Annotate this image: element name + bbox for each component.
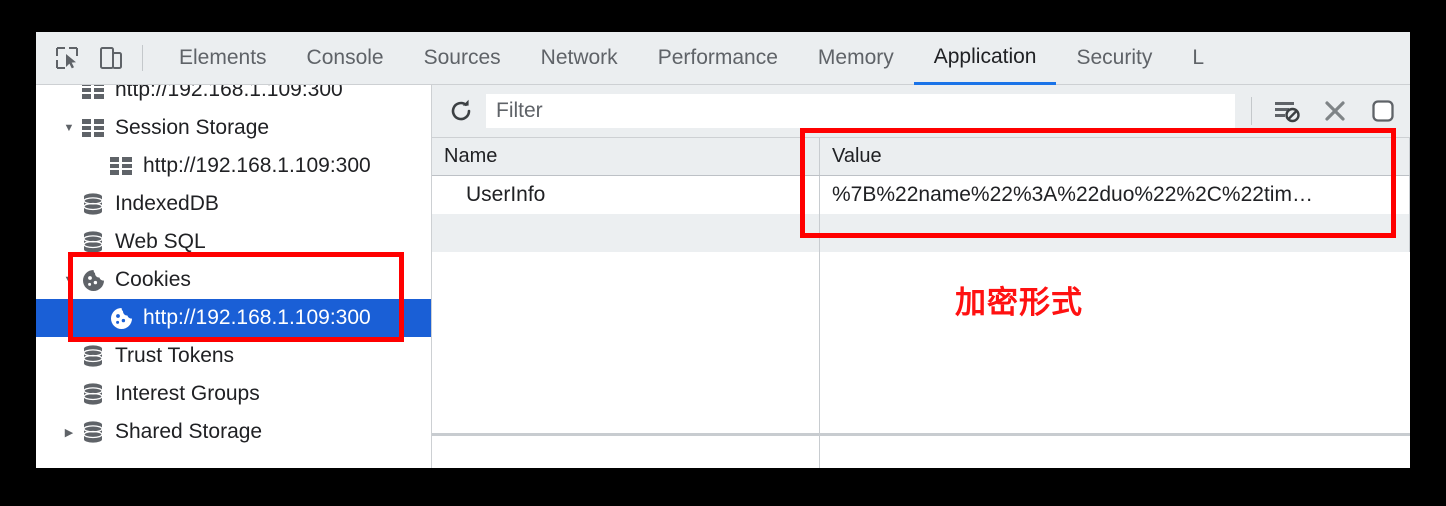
toolbar-divider xyxy=(1251,97,1252,125)
sidebar-item-label: http://192.168.1.109:300 xyxy=(143,306,371,329)
tab-performance[interactable]: Performance xyxy=(638,32,798,85)
devtools-window: Elements Console Sources Network Perform… xyxy=(36,32,1410,468)
toolbar-right-actions xyxy=(1245,92,1402,130)
cell-cookie-value: %7B%22name%22%3A%22duo%22%2C%22tim… xyxy=(820,176,1410,214)
grid-filler-cell-value xyxy=(820,214,1410,252)
tab-sources[interactable]: Sources xyxy=(404,32,521,85)
column-header-name[interactable]: Name xyxy=(432,138,820,175)
clear-filtered-cookies-icon[interactable] xyxy=(1268,92,1306,130)
tree-row-label: http://192.168.1.109:300 xyxy=(115,85,343,101)
grid-bottom-divider xyxy=(432,433,1410,436)
tab-lighthouse[interactable]: L xyxy=(1172,32,1204,85)
sidebar-item-web-sql[interactable]: Web SQL xyxy=(36,223,431,261)
sidebar-item-interest-groups[interactable]: Interest Groups xyxy=(36,375,431,413)
filter-input[interactable] xyxy=(486,94,1235,128)
table-row[interactable]: UserInfo %7B%22name%22%3A%22duo%22%2C%22… xyxy=(432,176,1410,214)
table-icon xyxy=(108,155,134,177)
grid-header-row: Name Value xyxy=(432,138,1410,176)
database-icon xyxy=(80,383,106,405)
inspect-element-icon[interactable] xyxy=(50,41,84,75)
sidebar-item-label: IndexedDB xyxy=(115,192,219,215)
sidebar-item-label: Shared Storage xyxy=(115,420,263,443)
sidebar-item-shared-storage[interactable]: ▶ Shared Storage xyxy=(36,413,431,451)
devtools-body: http://192.168.1.109:300 ▼ Session Stora… xyxy=(36,85,1410,468)
tree-row-clipped-local-storage-origin[interactable]: http://192.168.1.109:300 xyxy=(36,85,431,109)
screenshot-root: Elements Console Sources Network Perform… xyxy=(0,0,1446,506)
cookies-toolbar xyxy=(432,85,1410,138)
device-toolbar-icon[interactable] xyxy=(94,41,128,75)
database-icon xyxy=(80,231,106,253)
cookies-data-grid: Name Value UserInfo %7B%22name%22%3A%22d… xyxy=(432,138,1410,468)
table-icon xyxy=(80,85,106,101)
database-icon xyxy=(80,345,106,367)
sidebar-item-label: Cookies xyxy=(115,268,191,291)
chevron-down-icon[interactable]: ▼ xyxy=(58,274,80,286)
annotation-note-encrypted-form: 加密形式 xyxy=(955,285,1083,321)
cell-cookie-name: UserInfo xyxy=(432,176,820,214)
clear-all-cookies-icon[interactable] xyxy=(1316,92,1354,130)
sidebar-item-label: Trust Tokens xyxy=(115,344,235,367)
sidebar-item-session-storage-origin[interactable]: http://192.168.1.109:300 xyxy=(36,147,431,185)
sidebar-item-trust-tokens[interactable]: Trust Tokens xyxy=(36,337,431,375)
tab-network[interactable]: Network xyxy=(521,32,638,85)
chevron-right-icon[interactable]: ▶ xyxy=(58,426,80,439)
sidebar-item-cookies-origin[interactable]: http://192.168.1.109:300 xyxy=(36,299,431,337)
tabbar-divider xyxy=(142,45,143,71)
cookie-icon xyxy=(80,269,106,291)
database-icon xyxy=(80,193,106,215)
chevron-down-icon[interactable]: ▼ xyxy=(58,122,80,134)
tab-elements[interactable]: Elements xyxy=(159,32,287,85)
sidebar-item-session-storage[interactable]: ▼ Session Storage xyxy=(36,109,431,147)
tab-application[interactable]: Application xyxy=(913,32,1057,85)
database-icon xyxy=(80,421,106,443)
tab-memory[interactable]: Memory xyxy=(798,32,914,85)
sidebar-item-label: Interest Groups xyxy=(115,382,260,405)
sidebar-item-label: http://192.168.1.109:300 xyxy=(143,154,371,177)
storage-tree: http://192.168.1.109:300 ▼ Session Stora… xyxy=(36,85,431,451)
table-icon xyxy=(80,117,106,139)
checkbox-unchecked-icon[interactable] xyxy=(1364,92,1402,130)
sidebar-item-label: Web SQL xyxy=(115,230,206,253)
grid-filler-cell-name xyxy=(432,214,820,252)
tab-console[interactable]: Console xyxy=(287,32,404,85)
cookie-icon xyxy=(108,307,134,329)
devtools-tabbar: Elements Console Sources Network Perform… xyxy=(36,32,1410,85)
refresh-icon[interactable] xyxy=(442,92,480,130)
sidebar-item-cookies[interactable]: ▼ Cookies xyxy=(36,261,431,299)
sidebar-item-label: Session Storage xyxy=(115,116,270,139)
tab-security[interactable]: Security xyxy=(1056,32,1172,85)
column-header-value[interactable]: Value xyxy=(820,138,1410,175)
sidebar-item-indexeddb[interactable]: IndexedDB xyxy=(36,185,431,223)
application-sidebar: http://192.168.1.109:300 ▼ Session Stora… xyxy=(36,85,431,468)
grid-filler-row xyxy=(432,214,1410,252)
cookies-panel: Name Value UserInfo %7B%22name%22%3A%22d… xyxy=(431,85,1410,468)
